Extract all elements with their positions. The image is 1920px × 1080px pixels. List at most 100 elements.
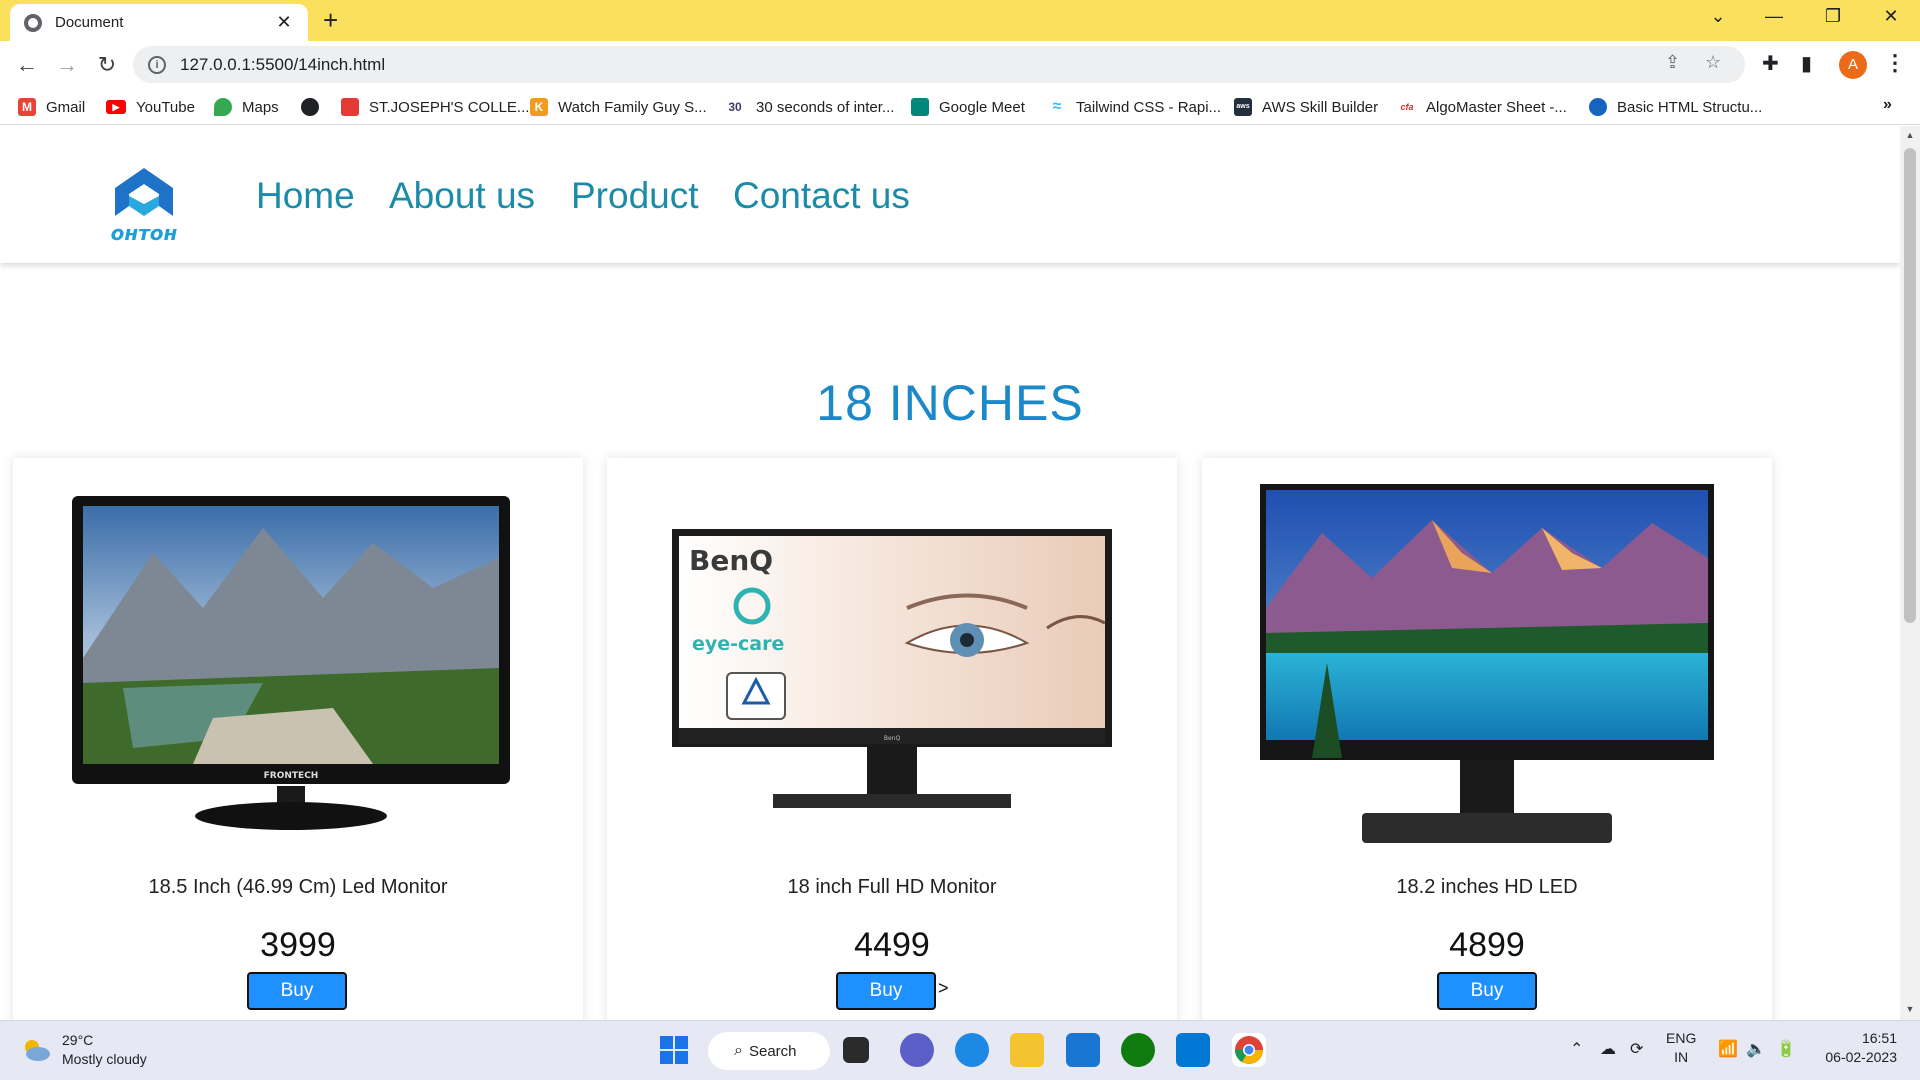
more-bookmarks-icon[interactable]: »: [1883, 96, 1892, 114]
chat-icon[interactable]: [900, 1033, 934, 1067]
globe-icon: [24, 13, 42, 32]
weather-description: Mostly cloudy: [62, 1051, 147, 1067]
tab-search-chevron-icon[interactable]: ⌄: [1706, 6, 1730, 27]
nav-about-us[interactable]: About us: [389, 175, 535, 217]
monitor-image-lake: [1260, 484, 1714, 843]
tab-document[interactable]: Document ✕: [10, 4, 308, 41]
gmail-icon: M: [18, 98, 36, 116]
minimize-icon[interactable]: —: [1762, 6, 1786, 27]
product-card: 18.2 inches HD LED 4899 Buy: [1202, 458, 1772, 1020]
browser-toolbar: ← → ↻ i 127.0.0.1:5500/14inch.html ⇪ ☆ ✚…: [0, 41, 1920, 89]
tailwind-icon: ≈: [1052, 98, 1062, 115]
eye-care-text: eye-care: [692, 633, 784, 655]
tab-strip: Document ✕ + ⌄ — ❐ ✕: [0, 0, 1920, 41]
bookmark-family-guy[interactable]: K Watch Family Guy S...: [530, 96, 707, 118]
nav-home[interactable]: Home: [256, 175, 355, 217]
maps-icon: [214, 98, 232, 116]
chrome-icon[interactable]: [1232, 1033, 1266, 1067]
close-tab-icon[interactable]: ✕: [274, 12, 294, 33]
product-name: 18.5 Inch (46.99 Cm) Led Monitor: [148, 876, 448, 898]
page-scrollbar[interactable]: ▲ ▼: [1900, 126, 1920, 1020]
bezel-brand: BenQ: [884, 735, 901, 742]
bookmarks-bar: M Gmail ▶ YouTube Maps ST.JOSEPH'S COLLE…: [0, 89, 1920, 125]
globe-icon: [301, 98, 319, 116]
show-hidden-icons[interactable]: ⌃: [1570, 1039, 1583, 1059]
stray-character: >: [938, 978, 949, 998]
bookmark-gmail[interactable]: M Gmail: [18, 96, 85, 118]
buy-button[interactable]: Buy: [247, 972, 347, 1010]
bookmark-stjosephs[interactable]: ST.JOSEPH'S COLLE...: [341, 96, 529, 118]
wifi-icon[interactable]: 📶: [1718, 1039, 1738, 1059]
buy-button[interactable]: Buy: [1437, 972, 1537, 1010]
page-headline: 18 INCHES: [816, 375, 1084, 431]
scroll-thumb[interactable]: [1904, 148, 1916, 623]
html-icon: [1589, 98, 1607, 116]
menu-kebab-icon[interactable]: ⋮: [1884, 50, 1906, 76]
file-explorer-icon[interactable]: [1010, 1033, 1044, 1067]
side-panel-icon[interactable]: ▮: [1801, 51, 1812, 76]
site-logo[interactable]: онтон: [99, 166, 189, 244]
close-window-icon[interactable]: ✕: [1879, 6, 1903, 27]
bookmark-google-meet[interactable]: Google Meet: [911, 96, 1025, 118]
monitor-image-benq: BenQ eye-care BenQ: [672, 529, 1112, 808]
new-tab-icon[interactable]: +: [323, 7, 338, 33]
monitor-image-frontech: FRONTECH: [72, 496, 510, 830]
site-navbar: онтон Home About us Product Contact us: [0, 126, 1900, 263]
nav-product[interactable]: Product: [571, 175, 699, 217]
bookmark-star-icon[interactable]: ☆: [1705, 52, 1721, 73]
onedrive-cloud-icon[interactable]: ☁: [1600, 1039, 1616, 1059]
bookmark-algomaster[interactable]: cfa AlgoMaster Sheet -...: [1398, 96, 1566, 118]
product-card: FRONTECH 18.5 Inch (46.99 Cm) Led Monito…: [13, 458, 583, 1020]
scroll-up-icon[interactable]: ▲: [1900, 130, 1920, 140]
vscode-icon[interactable]: [1176, 1033, 1210, 1067]
bookmark-globe[interactable]: [301, 96, 329, 118]
bookmark-maps[interactable]: Maps: [214, 96, 279, 118]
profile-avatar[interactable]: A: [1839, 51, 1867, 79]
product-price: 4899: [1449, 926, 1525, 964]
taskbar-search[interactable]: ⌕ Search: [708, 1032, 830, 1070]
mail-icon[interactable]: [1066, 1033, 1100, 1067]
bookmark-basic-html[interactable]: Basic HTML Structu...: [1589, 96, 1762, 118]
nav-contact-us[interactable]: Contact us: [733, 175, 910, 217]
cfa-icon: cfa: [1400, 102, 1414, 112]
volume-icon[interactable]: 🔈: [1746, 1039, 1766, 1059]
battery-icon[interactable]: 🔋: [1776, 1039, 1796, 1059]
sync-icon[interactable]: ⟳: [1630, 1039, 1643, 1059]
edge-browser-icon[interactable]: [955, 1033, 989, 1067]
product-card: BenQ eye-care BenQ 18 inch Full HD Monit…: [607, 458, 1177, 1020]
bookmark-youtube[interactable]: ▶ YouTube: [106, 96, 195, 118]
meet-icon: [911, 98, 929, 116]
cloud-sun-icon: [25, 1040, 50, 1061]
bookmark-aws[interactable]: aws AWS Skill Builder: [1234, 96, 1378, 118]
address-bar[interactable]: i 127.0.0.1:5500/14inch.html ⇪ ☆: [133, 46, 1745, 83]
extensions-puzzle-icon[interactable]: ✚: [1762, 51, 1779, 76]
site-info-icon[interactable]: i: [148, 55, 166, 74]
bookmark-tailwind[interactable]: ≈ Tailwind CSS - Rapi...: [1048, 96, 1221, 118]
share-icon[interactable]: ⇪: [1665, 52, 1680, 73]
back-icon[interactable]: ←: [12, 50, 42, 80]
restore-icon[interactable]: ❐: [1821, 6, 1845, 27]
reload-icon[interactable]: ↻: [92, 50, 122, 80]
task-view-icon[interactable]: [843, 1037, 869, 1063]
buy-button[interactable]: Buy: [836, 972, 936, 1010]
scroll-down-icon[interactable]: ▼: [1900, 1004, 1920, 1014]
forward-icon[interactable]: →: [52, 50, 82, 80]
bookmark-30-seconds[interactable]: 30 30 seconds of inter...: [724, 96, 894, 118]
benq-logo-text: BenQ: [689, 544, 773, 577]
search-icon: ⌕: [734, 1042, 743, 1059]
30-icon: 30: [728, 100, 742, 114]
windows-taskbar: 29°C Mostly cloudy ⌕ Search ⌃ ☁ ⟳ ENG IN…: [0, 1020, 1920, 1080]
product-name: 18.2 inches HD LED: [1396, 876, 1578, 898]
aws-icon: aws: [1234, 98, 1252, 116]
clock[interactable]: 16:51 06-02-2023: [1815, 1029, 1897, 1067]
url-text[interactable]: 127.0.0.1:5500/14inch.html: [180, 55, 385, 75]
windows-start-icon[interactable]: [657, 1033, 691, 1067]
college-icon: [341, 98, 359, 116]
xbox-icon[interactable]: [1121, 1033, 1155, 1067]
weather-widget[interactable]: 29°C Mostly cloudy: [20, 1031, 147, 1069]
logo-text: онтон: [111, 221, 178, 244]
weather-temperature: 29°C: [62, 1032, 94, 1048]
tab-title: Document: [55, 14, 124, 31]
product-name: 18 inch Full HD Monitor: [787, 876, 997, 898]
language-indicator[interactable]: ENG IN: [1666, 1029, 1696, 1067]
